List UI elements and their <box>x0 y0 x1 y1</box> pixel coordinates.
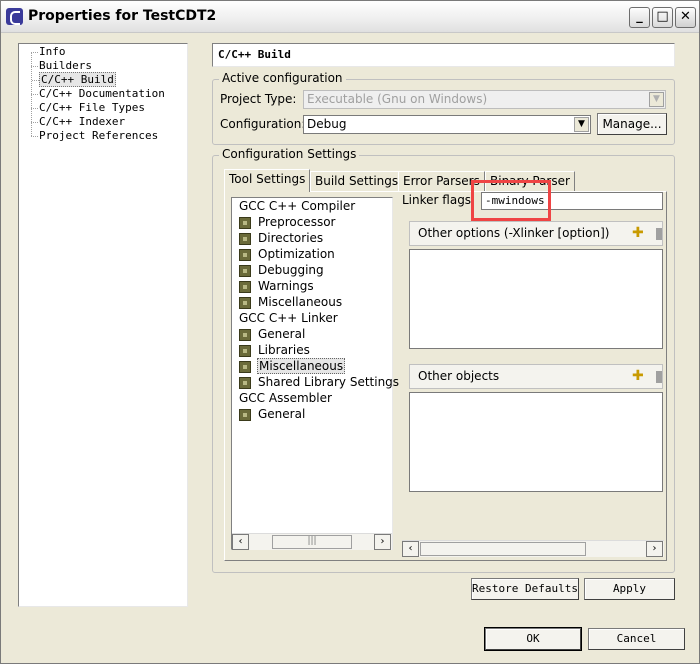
nav-item-cpp-build[interactable]: C/C++ Build <box>32 72 116 87</box>
configuration-value: Debug <box>307 117 347 131</box>
properties-nav-tree: Info Builders C/C++ Build C/C++ Document… <box>18 43 188 607</box>
maximize-button[interactable]: □ <box>652 7 673 28</box>
ok-button[interactable]: OK <box>484 627 582 651</box>
scroll-thumb[interactable]: ||| <box>272 535 352 549</box>
cancel-button[interactable]: Cancel <box>588 628 685 650</box>
page-title: C/C++ Build <box>212 43 675 67</box>
add-icon[interactable]: ✚ <box>632 226 646 240</box>
active-configuration-group: Active configuration <box>212 71 675 145</box>
option-category-icon <box>239 329 251 341</box>
other-objects-label: Other objects <box>418 369 500 383</box>
restore-defaults-button[interactable]: Restore Defaults <box>471 578 579 600</box>
scroll-right-icon[interactable]: › <box>646 541 663 557</box>
tree-item-gcc-cpp-compiler[interactable]: GCC C++ Compiler <box>239 199 355 213</box>
project-type-value: Executable (Gnu on Windows) <box>307 92 488 106</box>
tree-item-label: Preprocessor <box>258 215 336 229</box>
tree-item-gcc-cpp-linker[interactable]: GCC C++ Linker <box>239 311 338 325</box>
highlight-annotation <box>471 180 551 221</box>
scroll-right-icon[interactable]: › <box>374 534 391 550</box>
scroll-left-icon[interactable]: ‹ <box>232 534 249 550</box>
other-objects-list[interactable] <box>409 392 663 492</box>
apply-button[interactable]: Apply <box>584 578 675 600</box>
overflow-icon[interactable] <box>656 371 662 383</box>
add-icon[interactable]: ✚ <box>632 369 646 383</box>
overflow-icon[interactable] <box>656 228 662 240</box>
option-category-icon <box>239 377 251 389</box>
scroll-left-icon[interactable]: ‹ <box>402 541 419 557</box>
maximize-icon: □ <box>656 9 669 24</box>
option-category-icon <box>239 265 251 277</box>
minimize-button[interactable]: _ <box>629 7 650 28</box>
nav-item-project-references[interactable]: Project References <box>30 129 158 142</box>
other-options-list[interactable] <box>409 249 663 349</box>
tree-item-label: GCC C++ Linker <box>239 311 338 325</box>
project-type-select[interactable]: Executable (Gnu on Windows) ▼ <box>303 90 666 109</box>
option-category-icon <box>239 297 251 309</box>
tree-item-label: GCC Assembler <box>239 391 332 405</box>
nav-item-cpp-documentation[interactable]: C/C++ Documentation <box>31 87 165 100</box>
configuration-settings-title: Configuration Settings <box>219 147 360 161</box>
tree-item-label: Miscellaneous <box>257 358 346 374</box>
close-icon: ✕ <box>680 9 691 24</box>
tree-item-label: General <box>258 327 306 341</box>
tree-item-label: Warnings <box>258 279 314 293</box>
option-category-icon <box>239 233 251 245</box>
option-category-icon <box>239 345 251 357</box>
tree-item-label: Debugging <box>258 263 324 277</box>
properties-window: Properties for TestCDT2 _ □ ✕ Info Build… <box>0 0 700 664</box>
nav-item-builders[interactable]: Builders <box>31 59 92 72</box>
other-options-header: Other options (-Xlinker [option]) ✚ <box>409 221 663 246</box>
chevron-down-icon: ▼ <box>649 92 664 107</box>
tab-tool-settings[interactable]: Tool Settings <box>224 169 311 192</box>
tree-item-label: Miscellaneous <box>258 295 343 309</box>
tree-item-label: Directories <box>258 231 324 245</box>
tree-item-label: Optimization <box>258 247 335 261</box>
tool-tree-hscrollbar[interactable]: ‹ ||| › <box>232 533 392 550</box>
window-title: Properties for TestCDT2 <box>28 8 217 24</box>
eclipse-app-icon <box>6 8 23 25</box>
chevron-down-icon: ▼ <box>574 117 589 132</box>
tree-item-gcc-assembler[interactable]: GCC Assembler <box>239 391 332 405</box>
nav-item-info[interactable]: Info <box>31 45 66 58</box>
option-category-icon <box>239 361 251 373</box>
tab-build-settings[interactable]: Build Settings <box>310 171 404 191</box>
tree-item-label: GCC C++ Compiler <box>239 199 356 213</box>
options-hscrollbar[interactable]: ‹ › <box>402 540 664 557</box>
tree-item-label: Shared Library Settings <box>258 375 400 389</box>
scroll-thumb[interactable] <box>420 542 586 556</box>
tree-item-label: Libraries <box>258 343 310 357</box>
option-category-icon <box>239 217 251 229</box>
other-objects-header: Other objects ✚ <box>409 364 663 389</box>
nav-item-cpp-indexer[interactable]: C/C++ Indexer <box>30 115 125 128</box>
nav-item-cpp-file-types[interactable]: C/C++ File Types <box>31 101 145 114</box>
minimize-icon: _ <box>636 9 643 24</box>
other-options-label: Other options (-Xlinker [option]) <box>418 226 610 240</box>
linker-flags-label: Linker flags <box>402 193 472 207</box>
option-category-icon <box>239 409 251 421</box>
tool-settings-tree: GCC C++ Compiler Preprocessor Directorie… <box>231 197 399 550</box>
option-category-icon <box>239 281 251 293</box>
title-bar[interactable]: Properties for TestCDT2 _ □ ✕ <box>1 1 699 33</box>
configuration-select[interactable]: Debug ▼ <box>303 115 591 134</box>
option-category-icon <box>239 249 251 261</box>
tree-item-label: General <box>258 407 306 421</box>
manage-button[interactable]: Manage... <box>597 113 667 135</box>
configuration-label: Configuration: <box>220 117 306 131</box>
project-type-label: Project Type: <box>220 92 297 106</box>
active-configuration-title: Active configuration <box>219 71 346 85</box>
close-button[interactable]: ✕ <box>675 7 696 28</box>
